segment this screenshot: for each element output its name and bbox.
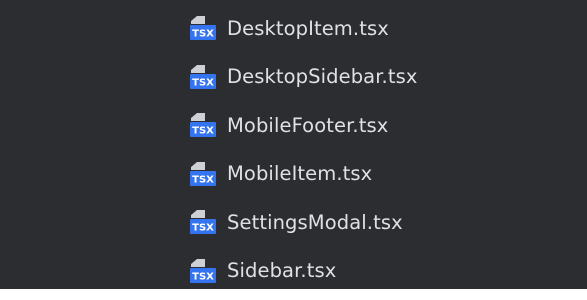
tsx-file-icon: TSX	[188, 112, 218, 138]
file-item-desktop-sidebar[interactable]: TSX DesktopSidebar.tsx	[188, 53, 418, 102]
svg-text:TSX: TSX	[192, 271, 214, 282]
svg-text:TSX: TSX	[192, 223, 214, 234]
svg-text:TSX: TSX	[192, 174, 214, 185]
file-list: TSX DesktopItem.tsx TSX DesktopSidebar.t…	[188, 4, 418, 295]
file-name: Sidebar.tsx	[227, 259, 337, 283]
svg-text:TSX: TSX	[192, 77, 214, 88]
tsx-file-icon: TSX	[188, 64, 218, 90]
file-name: DesktopItem.tsx	[227, 16, 389, 40]
tsx-file-icon: TSX	[188, 258, 218, 284]
file-item-mobile-footer[interactable]: TSX MobileFooter.tsx	[188, 101, 418, 150]
project-file-tree: TSX DesktopItem.tsx TSX DesktopSidebar.t…	[0, 0, 587, 289]
file-item-mobile-item[interactable]: TSX MobileItem.tsx	[188, 150, 418, 199]
file-item-sidebar[interactable]: TSX Sidebar.tsx	[188, 247, 418, 296]
tsx-file-icon: TSX	[188, 209, 218, 235]
svg-text:TSX: TSX	[192, 126, 214, 137]
file-name: SettingsModal.tsx	[227, 210, 403, 234]
file-item-desktop-item[interactable]: TSX DesktopItem.tsx	[188, 4, 418, 53]
file-name: DesktopSidebar.tsx	[227, 65, 418, 89]
file-name: MobileFooter.tsx	[227, 113, 389, 137]
tsx-file-icon: TSX	[188, 15, 218, 41]
tsx-file-icon: TSX	[188, 161, 218, 187]
file-name: MobileItem.tsx	[227, 162, 373, 186]
file-item-settings-modal[interactable]: TSX SettingsModal.tsx	[188, 198, 418, 247]
svg-text:TSX: TSX	[192, 29, 214, 40]
